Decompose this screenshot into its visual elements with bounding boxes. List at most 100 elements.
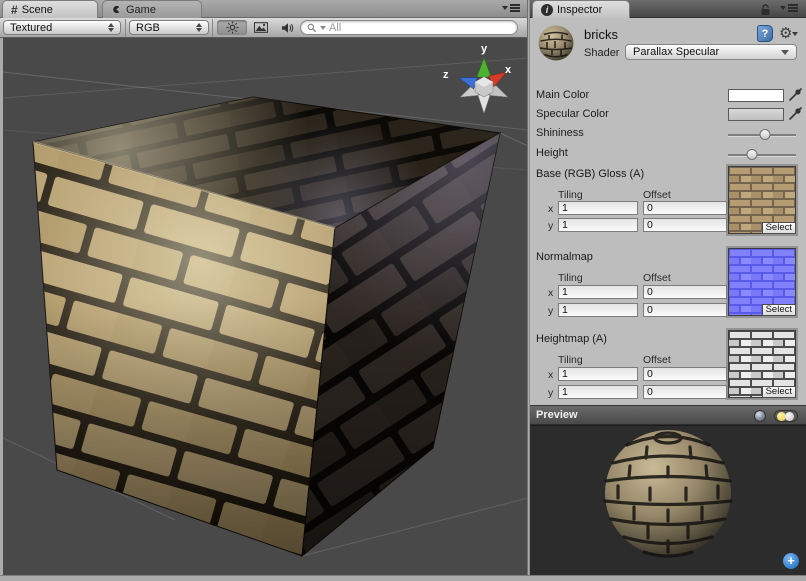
offset-header: Offset bbox=[643, 354, 671, 366]
heightmap-tiling-x-input[interactable] bbox=[558, 367, 638, 381]
scene-viewport[interactable]: y x z bbox=[3, 38, 528, 575]
axis-y-label: y bbox=[548, 305, 553, 317]
specular-color-swatch[interactable] bbox=[728, 108, 784, 121]
axis-y-label: y bbox=[548, 220, 553, 232]
color-mode-dropdown[interactable]: RGB bbox=[129, 20, 209, 35]
inspector-tabstrip: i Inspector bbox=[530, 0, 806, 18]
scene-search-field[interactable]: All bbox=[300, 20, 518, 35]
heightmap-offset-x-input[interactable] bbox=[643, 367, 727, 381]
gizmo-z-label: z bbox=[443, 69, 449, 81]
scene-skybox-toggle[interactable] bbox=[248, 20, 274, 35]
normalmap-offset-y-input[interactable] bbox=[643, 303, 727, 317]
base-offset-y-input[interactable] bbox=[643, 218, 727, 232]
toolbar-separator bbox=[125, 19, 126, 37]
info-icon: i bbox=[541, 4, 553, 16]
base-select-button[interactable]: Select bbox=[762, 222, 796, 234]
height-slider-knob[interactable] bbox=[747, 149, 758, 160]
inspector-panel: i Inspector bbox=[530, 0, 806, 575]
heightmap-tiling-y-input[interactable] bbox=[558, 385, 638, 399]
window-chrome-bottom bbox=[0, 575, 806, 581]
material-preview-thumbnail[interactable] bbox=[538, 25, 574, 61]
game-icon bbox=[111, 4, 122, 15]
gizmo-x-label: x bbox=[505, 64, 512, 76]
base-tiling-x-input[interactable] bbox=[558, 201, 638, 215]
shininess-slider-knob[interactable] bbox=[760, 129, 771, 140]
axis-x-label: x bbox=[548, 369, 553, 381]
search-filter-arrow-icon bbox=[320, 26, 326, 30]
normalmap-texture-thumbnail[interactable]: Select bbox=[728, 248, 796, 316]
tab-scene-label: Scene bbox=[22, 4, 53, 16]
tab-inspector[interactable]: i Inspector bbox=[532, 0, 630, 18]
scene-audio-toggle[interactable] bbox=[275, 20, 301, 35]
scene-grid-icon: # bbox=[11, 3, 18, 17]
gizmo-y-label: y bbox=[481, 43, 488, 55]
axis-x-label: x bbox=[548, 203, 553, 215]
main-color-label: Main Color bbox=[536, 89, 589, 101]
tiling-header: Tiling bbox=[558, 189, 583, 201]
image-icon bbox=[254, 22, 268, 33]
tiling-header: Tiling bbox=[558, 354, 583, 366]
base-tiling-y-input[interactable] bbox=[558, 218, 638, 232]
normalmap-offset-x-input[interactable] bbox=[643, 285, 727, 299]
height-slider[interactable] bbox=[728, 149, 796, 160]
preview-title: Preview bbox=[536, 409, 578, 421]
brick-cube bbox=[33, 97, 500, 556]
section-title-base: Base (RGB) Gloss (A) bbox=[536, 168, 644, 180]
tab-inspector-label: Inspector bbox=[557, 4, 602, 16]
light-off-icon bbox=[785, 412, 794, 421]
tab-scene[interactable]: # Scene bbox=[2, 0, 98, 18]
axis-y-label: y bbox=[548, 387, 553, 399]
tab-game[interactable]: Game bbox=[102, 0, 202, 18]
sun-icon bbox=[226, 21, 239, 34]
search-filter-value: All bbox=[329, 22, 341, 34]
add-icon[interactable]: + bbox=[783, 553, 799, 569]
normalmap-tiling-y-input[interactable] bbox=[558, 303, 638, 317]
heightmap-offset-y-input[interactable] bbox=[643, 385, 727, 399]
height-label: Height bbox=[536, 147, 568, 159]
gear-icon[interactable]: ⚙ bbox=[779, 24, 798, 42]
gizmo-gray-cone bbox=[478, 95, 490, 113]
material-name: bricks bbox=[584, 27, 618, 42]
scene-panel-menu-icon[interactable] bbox=[502, 4, 524, 15]
offset-header: Offset bbox=[643, 272, 671, 284]
scene-panel: # Scene Game Textured RGB bbox=[0, 0, 528, 581]
eyedropper-icon[interactable] bbox=[788, 106, 802, 121]
dropdown-arrows-icon bbox=[196, 23, 202, 32]
help-icon[interactable]: ? bbox=[757, 25, 773, 42]
inspector-body: bricks Shader Parallax Specular ? ⚙ Main… bbox=[530, 18, 806, 405]
scene-lighting-toggle[interactable] bbox=[217, 20, 247, 35]
dropdown-arrows-icon bbox=[108, 23, 114, 32]
shininess-slider[interactable] bbox=[728, 129, 796, 140]
shininess-label: Shininess bbox=[536, 127, 584, 139]
tiling-header: Tiling bbox=[558, 272, 583, 284]
toolbar-separator bbox=[212, 19, 213, 37]
inspector-panel-menu-icon[interactable] bbox=[780, 4, 802, 15]
preview-area[interactable]: + bbox=[530, 425, 806, 575]
base-offset-x-input[interactable] bbox=[643, 201, 727, 215]
lock-icon[interactable] bbox=[759, 4, 772, 16]
base-texture-thumbnail[interactable]: Select bbox=[728, 166, 796, 234]
scene-3d-render: y x z bbox=[3, 38, 528, 575]
heightmap-select-button[interactable]: Select bbox=[762, 386, 796, 398]
normalmap-select-button[interactable]: Select bbox=[762, 304, 796, 316]
shader-value: Parallax Specular bbox=[633, 46, 719, 58]
draw-mode-value: Textured bbox=[10, 22, 104, 34]
preview-lighting-button[interactable] bbox=[774, 410, 798, 422]
preview-sphere bbox=[530, 426, 806, 576]
search-icon bbox=[307, 23, 317, 33]
speaker-icon bbox=[281, 22, 295, 34]
preview-header[interactable]: Preview bbox=[530, 405, 806, 425]
preview-shape-button[interactable] bbox=[754, 410, 766, 422]
shader-dropdown[interactable]: Parallax Specular bbox=[625, 44, 797, 60]
axis-x-label: x bbox=[548, 287, 553, 299]
draw-mode-dropdown[interactable]: Textured bbox=[3, 20, 121, 35]
unity-editor-window: # Scene Game Textured RGB bbox=[0, 0, 806, 581]
eyedropper-icon[interactable] bbox=[788, 87, 802, 102]
scene-tabstrip: # Scene Game bbox=[0, 0, 528, 18]
offset-header: Offset bbox=[643, 189, 671, 201]
gizmo-z-axis bbox=[457, 72, 477, 89]
normalmap-tiling-x-input[interactable] bbox=[558, 285, 638, 299]
heightmap-texture-thumbnail[interactable]: Select bbox=[728, 330, 796, 398]
scene-toolbar: Textured RGB bbox=[0, 18, 528, 38]
main-color-swatch[interactable] bbox=[728, 89, 784, 102]
